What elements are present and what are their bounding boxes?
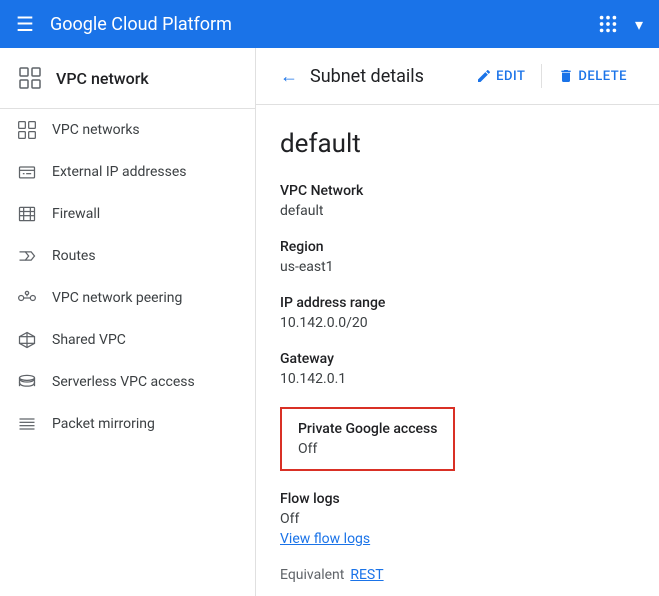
delete-label: DELETE — [578, 69, 627, 84]
actions-divider — [541, 64, 542, 88]
rest-link[interactable]: REST — [350, 567, 383, 583]
ip-range-value: 10.142.0.0/20 — [280, 315, 635, 331]
sidebar-item-firewall[interactable]: Firewall — [0, 193, 255, 235]
app-switcher-icon[interactable] — [597, 13, 619, 35]
sidebar-item-label: VPC networks — [52, 122, 140, 138]
sidebar-item-shared-vpc[interactable]: Shared VPC — [0, 319, 255, 361]
vpc-network-label: VPC Network — [280, 183, 635, 199]
ip-range-section: IP address range 10.142.0.0/20 — [280, 295, 635, 331]
delete-button[interactable]: DELETE — [550, 62, 635, 90]
page-header-left: ← Subnet details — [280, 66, 424, 87]
sidebar-item-label: External IP addresses — [52, 164, 187, 180]
edit-button[interactable]: EDIT — [468, 62, 533, 90]
page-header: ← Subnet details EDIT DELETE — [256, 48, 659, 105]
sidebar-header: VPC network — [0, 48, 255, 109]
private-google-label: Private Google access — [298, 421, 437, 437]
ip-range-label: IP address range — [280, 295, 635, 311]
sidebar-item-vpc-networks[interactable]: VPC networks — [0, 109, 255, 151]
flow-logs-section: Flow logs Off View flow logs — [280, 491, 635, 547]
delete-icon — [558, 68, 574, 84]
shared-vpc-icon — [16, 329, 38, 351]
region-label: Region — [280, 239, 635, 255]
page-title: Subnet details — [310, 66, 424, 87]
sidebar-item-vpc-peering[interactable]: VPC network peering — [0, 277, 255, 319]
edit-label: EDIT — [496, 69, 525, 84]
vpc-network-value: default — [280, 203, 635, 219]
back-button[interactable]: ← — [280, 66, 298, 87]
vpc-network-section: VPC Network default — [280, 183, 635, 219]
gateway-value: 10.142.0.1 — [280, 371, 635, 387]
menu-icon[interactable]: ☰ — [16, 12, 34, 36]
vpc-peering-icon — [16, 287, 38, 309]
flow-logs-value: Off — [280, 511, 635, 527]
vpc-header-icon — [16, 64, 44, 92]
region-section: Region us-east1 — [280, 239, 635, 275]
sidebar-item-label: Firewall — [52, 206, 100, 222]
sidebar-item-label: Serverless VPC access — [52, 374, 195, 390]
routes-icon — [16, 245, 38, 267]
sidebar-item-external-ip[interactable]: External IP addresses — [0, 151, 255, 193]
gateway-label: Gateway — [280, 351, 635, 367]
equivalent-label: Equivalent — [280, 567, 344, 583]
page-header-actions: EDIT DELETE — [468, 62, 635, 90]
edit-icon — [476, 68, 492, 84]
private-google-access-section: Private Google access Off — [280, 407, 455, 471]
private-google-value: Off — [298, 441, 437, 457]
region-value: us-east1 — [280, 259, 635, 275]
sidebar-item-label: VPC network peering — [52, 290, 182, 306]
topbar: ☰ Google Cloud Platform ▾ — [0, 0, 659, 48]
vpc-networks-icon — [16, 119, 38, 141]
firewall-icon — [16, 203, 38, 225]
view-flow-logs-link[interactable]: View flow logs — [280, 531, 370, 547]
sidebar-title: VPC network — [56, 69, 149, 88]
packet-mirroring-icon — [16, 413, 38, 435]
subnet-name: default — [280, 129, 635, 159]
sidebar-item-packet-mirroring[interactable]: Packet mirroring — [0, 403, 255, 445]
sidebar: VPC network VPC networks — [0, 48, 256, 596]
equivalent-section: Equivalent REST — [280, 567, 635, 583]
external-ip-icon — [16, 161, 38, 183]
sidebar-item-routes[interactable]: Routes — [0, 235, 255, 277]
sidebar-item-label: Packet mirroring — [52, 416, 155, 432]
serverless-vpc-icon — [16, 371, 38, 393]
main-content: ← Subnet details EDIT DELETE — [256, 48, 659, 596]
gateway-section: Gateway 10.142.0.1 — [280, 351, 635, 387]
flow-logs-label: Flow logs — [280, 491, 635, 507]
detail-content: default VPC Network default Region us-ea… — [256, 105, 659, 596]
sidebar-item-label: Routes — [52, 248, 96, 264]
main-layout: VPC network VPC networks — [0, 48, 659, 596]
app-title: Google Cloud Platform — [50, 14, 581, 35]
project-dropdown-icon[interactable]: ▾ — [635, 15, 643, 34]
sidebar-item-label: Shared VPC — [52, 332, 126, 348]
sidebar-item-serverless-vpc[interactable]: Serverless VPC access — [0, 361, 255, 403]
